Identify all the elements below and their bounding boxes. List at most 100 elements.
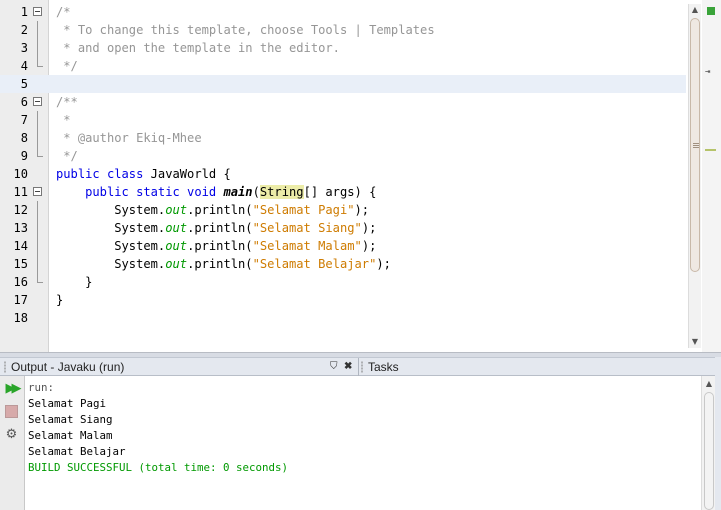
output-toolbar: ▶▶ ⚙ [0, 376, 25, 510]
code-editor[interactable]: 1 /* 2 * To change this template, choose T… [0, 0, 721, 353]
line-number: 18 [13, 311, 28, 325]
scroll-up-arrow-icon[interactable]: ▲ [689, 4, 701, 16]
code-text[interactable]: * @author Ekiq-Mhee [56, 129, 202, 147]
line-number: 12 [13, 203, 28, 217]
code-text[interactable]: } [56, 273, 92, 291]
caret-position-icon: ⇥ [705, 67, 711, 77]
code-token: ); [354, 203, 370, 217]
code-line[interactable]: 12 System.out.println("Selamat Pagi"); [0, 201, 686, 219]
scroll-up-arrow-icon[interactable]: ▲ [702, 378, 716, 390]
code-token: System. [56, 257, 166, 271]
code-text[interactable]: } [56, 291, 63, 309]
code-line[interactable]: 14 System.out.println("Selamat Malam"); [0, 237, 686, 255]
code-token: "Selamat Malam" [252, 239, 362, 253]
code-token: out [165, 203, 188, 217]
output-vertical-scrollbar[interactable]: ▲ [701, 376, 716, 510]
drag-handle-icon[interactable] [4, 361, 6, 373]
output-settings-button[interactable]: ⚙ [3, 426, 20, 443]
code-token: * [56, 113, 71, 127]
drag-handle-icon[interactable] [361, 361, 363, 373]
line-number: 14 [13, 239, 28, 253]
code-token: } [56, 293, 64, 307]
current-line-marker[interactable] [705, 149, 716, 151]
code-text[interactable]: System.out.println("Selamat Pagi"); [56, 201, 369, 219]
code-text[interactable]: * and open the template in the editor. [56, 39, 340, 57]
code-token: main [223, 185, 253, 199]
output-scroll-thumb[interactable] [704, 392, 714, 510]
output-line: Selamat Pagi [28, 397, 107, 410]
code-token: ); [361, 239, 377, 253]
line-number: 3 [20, 41, 28, 55]
code-token: ( [252, 185, 260, 199]
code-line[interactable]: 8 * @author Ekiq-Mhee [0, 129, 686, 147]
code-token: * @author Ekiq-Mhee [56, 131, 202, 145]
code-text[interactable]: */ [56, 57, 78, 75]
line-number: 17 [13, 293, 28, 307]
tab-output[interactable]: Output - Javaku (run) ⛉ ✖ [2, 358, 356, 376]
code-line[interactable]: 13 System.out.println("Selamat Siang"); [0, 219, 686, 237]
code-token: .println( [187, 257, 253, 271]
code-text[interactable]: System.out.println("Selamat Siang"); [56, 219, 376, 237]
stop-button[interactable] [3, 403, 20, 420]
code-text[interactable]: public static void main(String[] args) { [56, 183, 376, 201]
error-stripe: ⇥ [702, 0, 721, 352]
code-line[interactable]: 10 public class JavaWorld { [0, 165, 686, 183]
code-line[interactable]: 9 */ [0, 147, 686, 165]
fold-guide [37, 219, 38, 237]
code-line[interactable]: 7 * [0, 111, 686, 129]
line-number: 8 [20, 131, 28, 145]
fold-collapse-icon[interactable] [33, 187, 42, 196]
code-line[interactable]: 15 System.out.println("Selamat Belajar")… [0, 255, 686, 273]
code-text[interactable]: * To change this template, choose Tools … [56, 21, 434, 39]
code-line[interactable]: 6 /** [0, 93, 686, 111]
minimize-window-icon[interactable]: ⛉ [330, 359, 338, 375]
output-line: run: [28, 381, 55, 394]
code-token: */ [56, 59, 78, 73]
fold-end-guide [37, 273, 43, 283]
code-line[interactable]: 1 /* [0, 3, 686, 21]
output-console[interactable]: run: Selamat Pagi Selamat Siang Selamat Mal… [25, 376, 701, 510]
editor-scroll-thumb[interactable] [690, 18, 700, 272]
line-number: 4 [20, 59, 28, 73]
close-icon[interactable]: ✖ [344, 359, 352, 375]
code-token: .println( [187, 239, 253, 253]
code-line[interactable]: 3 * and open the template in the editor. [0, 39, 686, 57]
scroll-down-arrow-icon[interactable]: ▼ [689, 336, 701, 348]
code-token: "Selamat Siang" [252, 221, 362, 235]
code-line[interactable]: 11 public static void main(String[] args… [0, 183, 686, 201]
fold-guide [37, 255, 38, 273]
code-text[interactable]: System.out.println("Selamat Malam"); [56, 237, 376, 255]
code-text[interactable]: * [56, 111, 71, 129]
code-line[interactable]: 2 * To change this template, choose Tool… [0, 21, 686, 39]
code-text[interactable]: System.out.println("Selamat Belajar"); [56, 255, 391, 273]
rerun-button[interactable]: ▶▶ [3, 380, 22, 397]
code-token: out [165, 239, 188, 253]
code-token: "Selamat Belajar" [252, 257, 377, 271]
code-token: public static void [56, 185, 224, 199]
fold-collapse-icon[interactable] [33, 97, 42, 106]
code-token: out [165, 221, 188, 235]
code-line[interactable]: 17} [0, 291, 686, 309]
line-number: 5 [20, 77, 28, 91]
code-text[interactable]: */ [56, 147, 78, 165]
code-line[interactable]: 4 */ [0, 57, 686, 75]
output-line: Selamat Malam [28, 429, 113, 442]
fold-collapse-icon[interactable] [33, 7, 42, 16]
fold-guide [37, 129, 38, 147]
code-token: */ [56, 149, 78, 163]
code-line[interactable]: 18 [0, 309, 686, 327]
fold-end-guide [37, 57, 43, 67]
fold-guide [37, 237, 38, 255]
code-text[interactable]: /** [56, 93, 78, 111]
code-text[interactable]: /* [56, 3, 71, 21]
tasks-tab-title: Tasks [368, 360, 399, 374]
fold-end-guide [37, 147, 43, 157]
code-line[interactable]: 5 [0, 75, 686, 93]
tab-tasks[interactable]: Tasks [358, 358, 719, 376]
code-text[interactable]: public class JavaWorld { [56, 165, 231, 183]
line-number: 11 [13, 185, 28, 199]
code-line[interactable]: 16 } [0, 273, 686, 291]
code-token: } [56, 275, 93, 289]
editor-vertical-scrollbar[interactable]: ▲ ▼ [688, 4, 701, 348]
code-token: .println( [187, 203, 253, 217]
